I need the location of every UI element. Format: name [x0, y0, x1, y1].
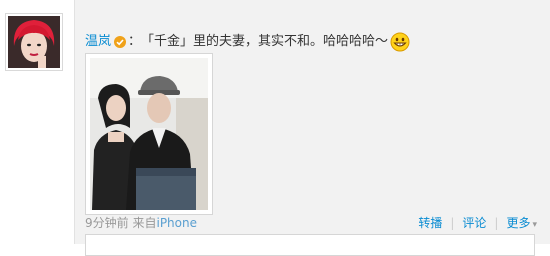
repost-button[interactable]: 转播	[418, 214, 442, 231]
more-button[interactable]: 更多▾	[506, 214, 537, 231]
action-divider: |	[450, 216, 454, 230]
post-text: 温岚 ： 「千金」里的夫妻，其实不和。哈哈哈哈～	[85, 32, 410, 52]
comment-button[interactable]: 评论	[462, 214, 486, 231]
source-link[interactable]: iPhone	[156, 216, 197, 230]
post-colon: ：	[128, 33, 141, 51]
post-photo[interactable]	[85, 53, 213, 215]
post-time[interactable]: 9分钟前	[85, 216, 129, 230]
post-content: 「千金」里的夫妻，其实不和。哈哈哈哈～	[141, 33, 388, 51]
grin-emoji-icon	[390, 32, 410, 52]
action-divider: |	[494, 216, 498, 230]
more-label: 更多	[506, 216, 530, 230]
avatar[interactable]	[5, 13, 63, 71]
chevron-down-icon: ▾	[532, 220, 537, 230]
source-prefix: 来自	[132, 216, 156, 230]
post-meta: 9分钟前 来自iPhone	[85, 214, 197, 231]
feed-card: 温岚 ： 「千金」里的夫妻，其实不和。哈哈哈哈～	[74, 0, 550, 244]
post-footer: 9分钟前 来自iPhone 转播 | 评论 | 更多▾	[85, 214, 537, 231]
avatar-image	[8, 16, 60, 68]
post-photo-image	[90, 58, 208, 210]
author-name[interactable]: 温岚	[85, 33, 111, 51]
post-actions: 转播 | 评论 | 更多▾	[418, 214, 537, 231]
reply-box[interactable]	[85, 234, 535, 256]
verified-badge-icon	[114, 36, 126, 48]
